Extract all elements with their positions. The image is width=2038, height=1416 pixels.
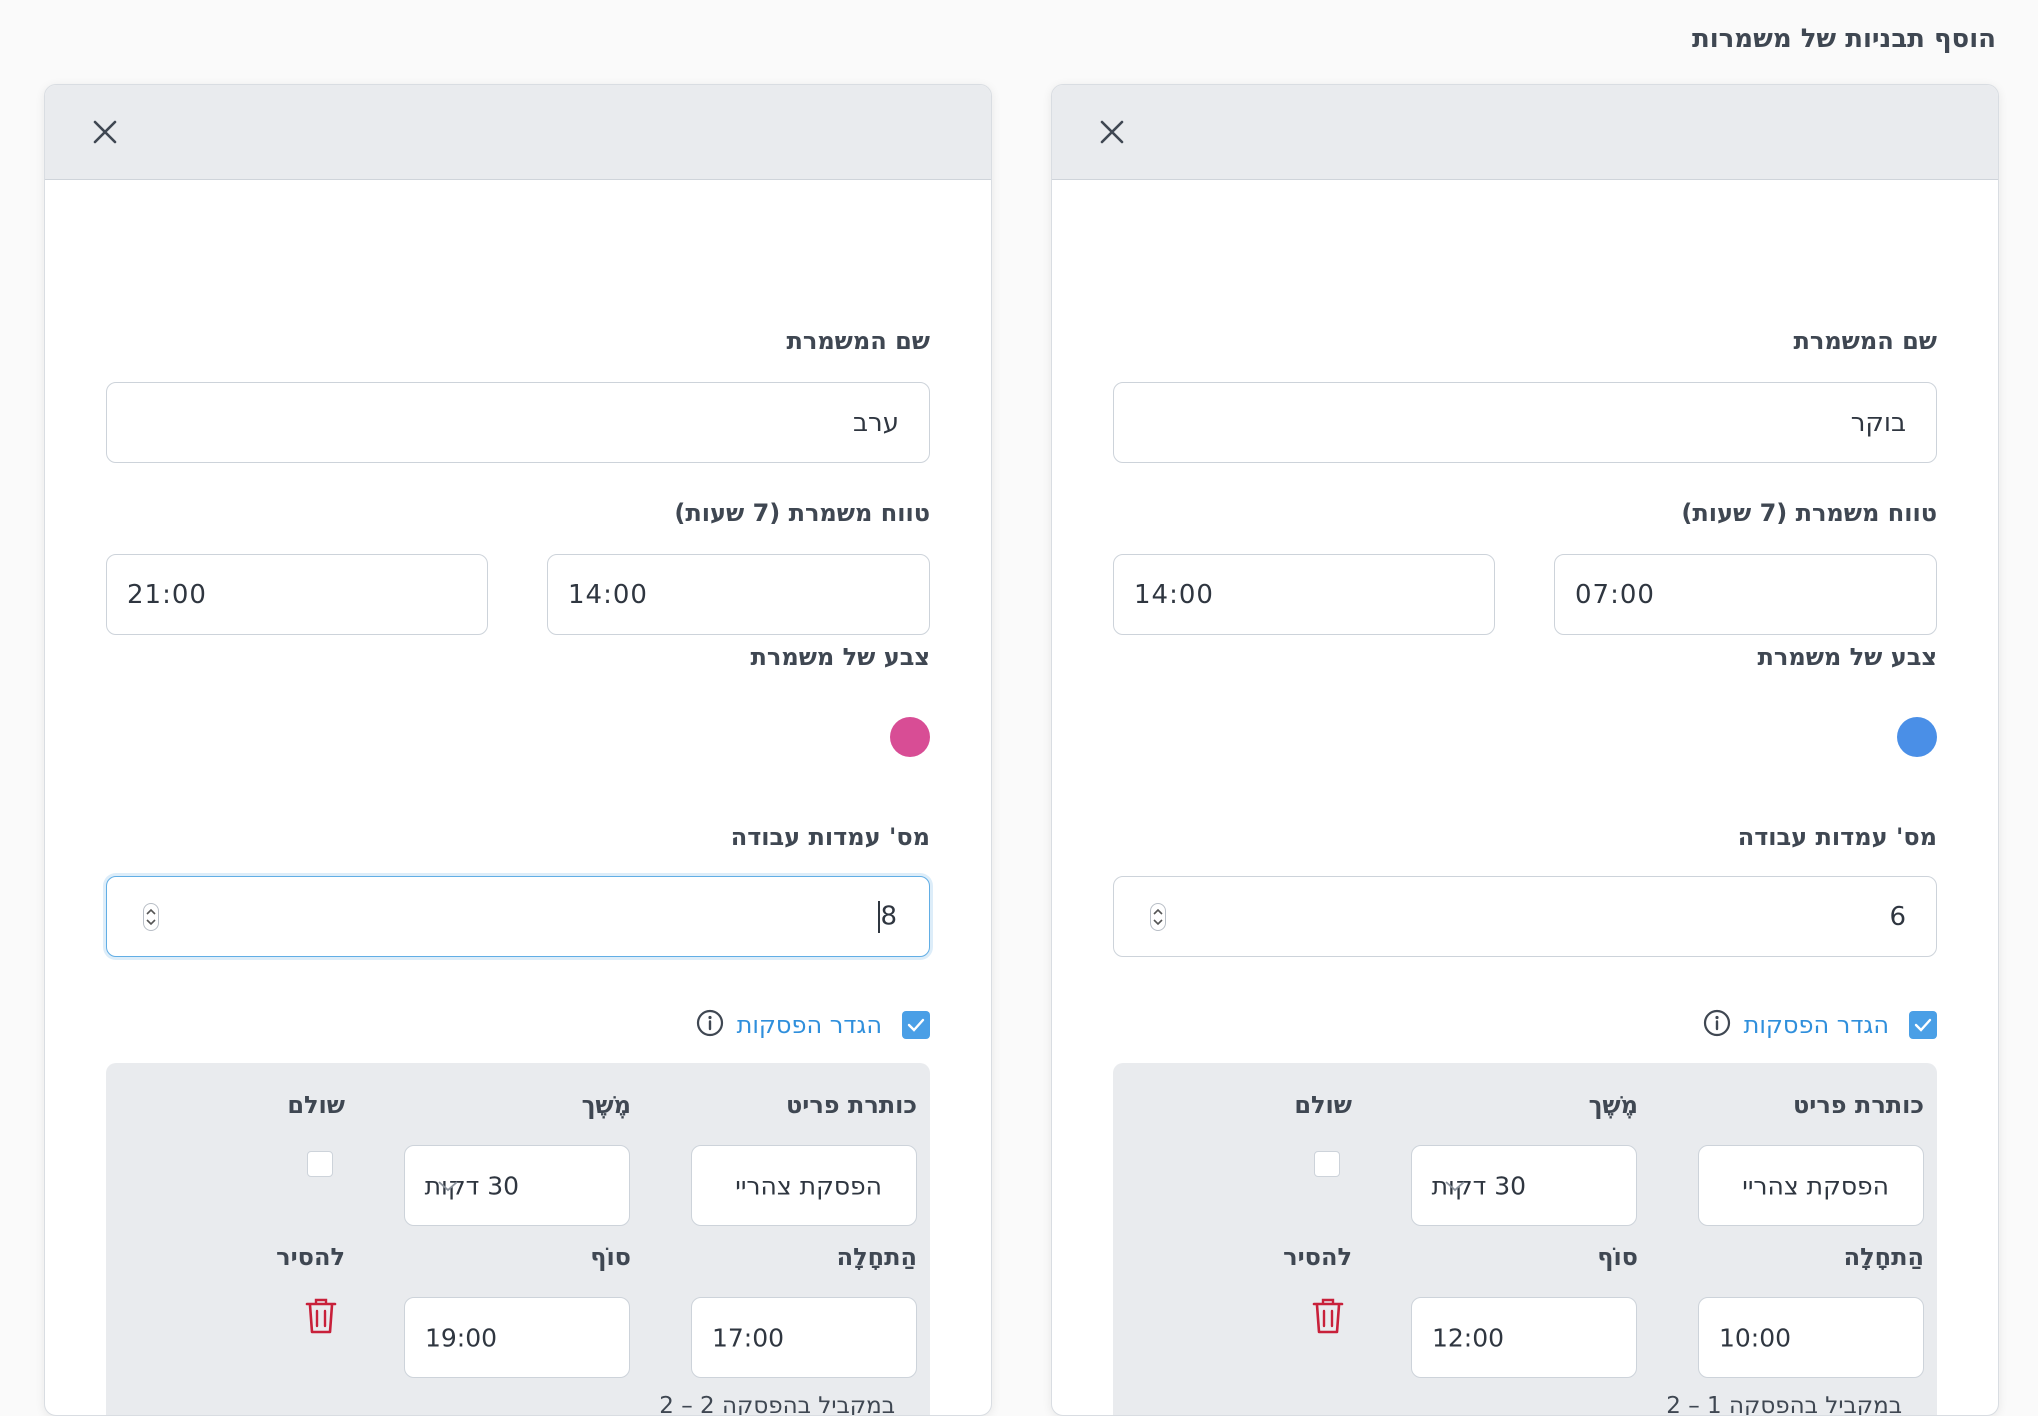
break-start-label: הַתחָלָה	[1843, 1243, 1924, 1271]
start-time-value: 14:00	[568, 579, 648, 610]
break-end-value: 19:00	[425, 1323, 498, 1352]
trash-icon[interactable]	[304, 1297, 338, 1335]
break-title-input[interactable]: הפסקת צהריי	[1698, 1145, 1924, 1226]
break-duration-label: מֶשֶׁך	[581, 1091, 631, 1119]
shift-color-swatch[interactable]	[890, 717, 930, 757]
break-start-input[interactable]: 10:00	[1698, 1297, 1924, 1378]
number-spinner-icon[interactable]	[1150, 902, 1166, 931]
shift-range-label: טווח משמרת (7 שעות)	[1681, 499, 1937, 527]
shift-end-time-input[interactable]: 14:00	[1113, 554, 1495, 635]
break-duration-select[interactable]: 30 דקות	[1411, 1145, 1637, 1226]
stations-label: מס' עמדות עבודה	[1737, 823, 1937, 851]
break-title-input[interactable]: הפסקת צהריי	[691, 1145, 917, 1226]
trash-icon[interactable]	[1311, 1297, 1345, 1335]
break-end-value: 12:00	[1432, 1323, 1505, 1352]
shift-template-card: שם המשמרת בוקר טווח משמרת (7 שעות) 07:00…	[1051, 84, 1999, 1416]
define-breaks-link[interactable]: הגדר הפסקות	[1744, 1011, 1889, 1039]
chevron-down-icon	[1445, 1180, 1465, 1191]
stations-value: 6	[1889, 901, 1906, 932]
break-end-input[interactable]: 12:00	[1411, 1297, 1637, 1378]
stations-number-input[interactable]: 6	[1113, 876, 1937, 957]
break-start-input[interactable]: 17:00	[691, 1297, 917, 1378]
shift-range-label: טווח משמרת (7 שעות)	[674, 499, 930, 527]
parallel-break-note: במקביל בהפסקה 2 – 2	[659, 1393, 895, 1416]
break-panel: כותרת פריט מֶשֶׁך שולם הפסקת צהריי 30 דק…	[1113, 1063, 1937, 1416]
checkmark-icon	[1914, 1018, 1932, 1032]
parallel-break-note: במקביל בהפסקה 1 – 2	[1666, 1393, 1902, 1416]
stations-label: מס' עמדות עבודה	[730, 823, 930, 851]
shift-name-input[interactable]: ערב	[106, 382, 930, 463]
shift-template-card: שם המשמרת ערב טווח משמרת (7 שעות) 14:00 …	[44, 84, 992, 1416]
shift-start-time-input[interactable]: 14:00	[547, 554, 930, 635]
info-icon[interactable]	[695, 1008, 725, 1038]
chevron-down-icon	[438, 1180, 458, 1191]
break-paid-checkbox[interactable]	[307, 1151, 333, 1177]
break-end-label: סוֹף	[1597, 1243, 1638, 1271]
close-icon[interactable]	[90, 117, 120, 147]
close-icon[interactable]	[1097, 117, 1127, 147]
shift-end-time-input[interactable]: 21:00	[106, 554, 488, 635]
break-duration-select[interactable]: 30 דקות	[404, 1145, 630, 1226]
stations-number-input[interactable]: 8	[106, 876, 930, 957]
break-start-value: 10:00	[1719, 1323, 1792, 1352]
end-time-value: 21:00	[127, 579, 207, 610]
break-paid-label: שולם	[1294, 1091, 1352, 1119]
define-breaks-checkbox[interactable]	[1909, 1011, 1937, 1039]
card-header	[1052, 85, 1998, 180]
card-header	[45, 85, 991, 180]
stations-value: 8	[880, 901, 897, 931]
break-panel: כותרת פריט מֶשֶׁך שולם הפסקת צהריי 30 דק…	[106, 1063, 930, 1416]
break-paid-checkbox[interactable]	[1314, 1151, 1340, 1177]
break-title-value: הפסקת צהריי	[735, 1171, 882, 1200]
shift-color-label: צבע של משמרת	[1757, 643, 1938, 671]
break-start-label: הַתחָלָה	[836, 1243, 917, 1271]
shift-color-swatch[interactable]	[1897, 717, 1937, 757]
define-breaks-link[interactable]: הגדר הפסקות	[737, 1011, 882, 1039]
break-duration-label: מֶשֶׁך	[1588, 1091, 1638, 1119]
end-time-value: 14:00	[1134, 579, 1214, 610]
break-title-label: כותרת פריט	[1792, 1091, 1924, 1119]
shift-name-value: בוקר	[1850, 407, 1906, 438]
checkmark-icon	[907, 1018, 925, 1032]
shift-name-value: ערב	[853, 407, 899, 438]
break-end-input[interactable]: 19:00	[404, 1297, 630, 1378]
shift-name-label: שם המשמרת	[786, 327, 930, 355]
define-breaks-checkbox[interactable]	[902, 1011, 930, 1039]
break-remove-label: להסיר	[276, 1243, 345, 1271]
shift-color-label: צבע של משמרת	[750, 643, 931, 671]
shift-name-input[interactable]: בוקר	[1113, 382, 1937, 463]
break-end-label: סוֹף	[590, 1243, 631, 1271]
page-title: הוסף תבניות של משמרות	[1691, 24, 1996, 54]
shift-start-time-input[interactable]: 07:00	[1554, 554, 1937, 635]
number-spinner-icon[interactable]	[143, 902, 159, 931]
break-start-value: 17:00	[712, 1323, 785, 1352]
start-time-value: 07:00	[1575, 579, 1655, 610]
break-paid-label: שולם	[287, 1091, 345, 1119]
shift-name-label: שם המשמרת	[1793, 327, 1937, 355]
info-icon[interactable]	[1702, 1008, 1732, 1038]
break-remove-label: להסיר	[1283, 1243, 1352, 1271]
break-title-label: כותרת פריט	[785, 1091, 917, 1119]
break-title-value: הפסקת צהריי	[1742, 1171, 1889, 1200]
